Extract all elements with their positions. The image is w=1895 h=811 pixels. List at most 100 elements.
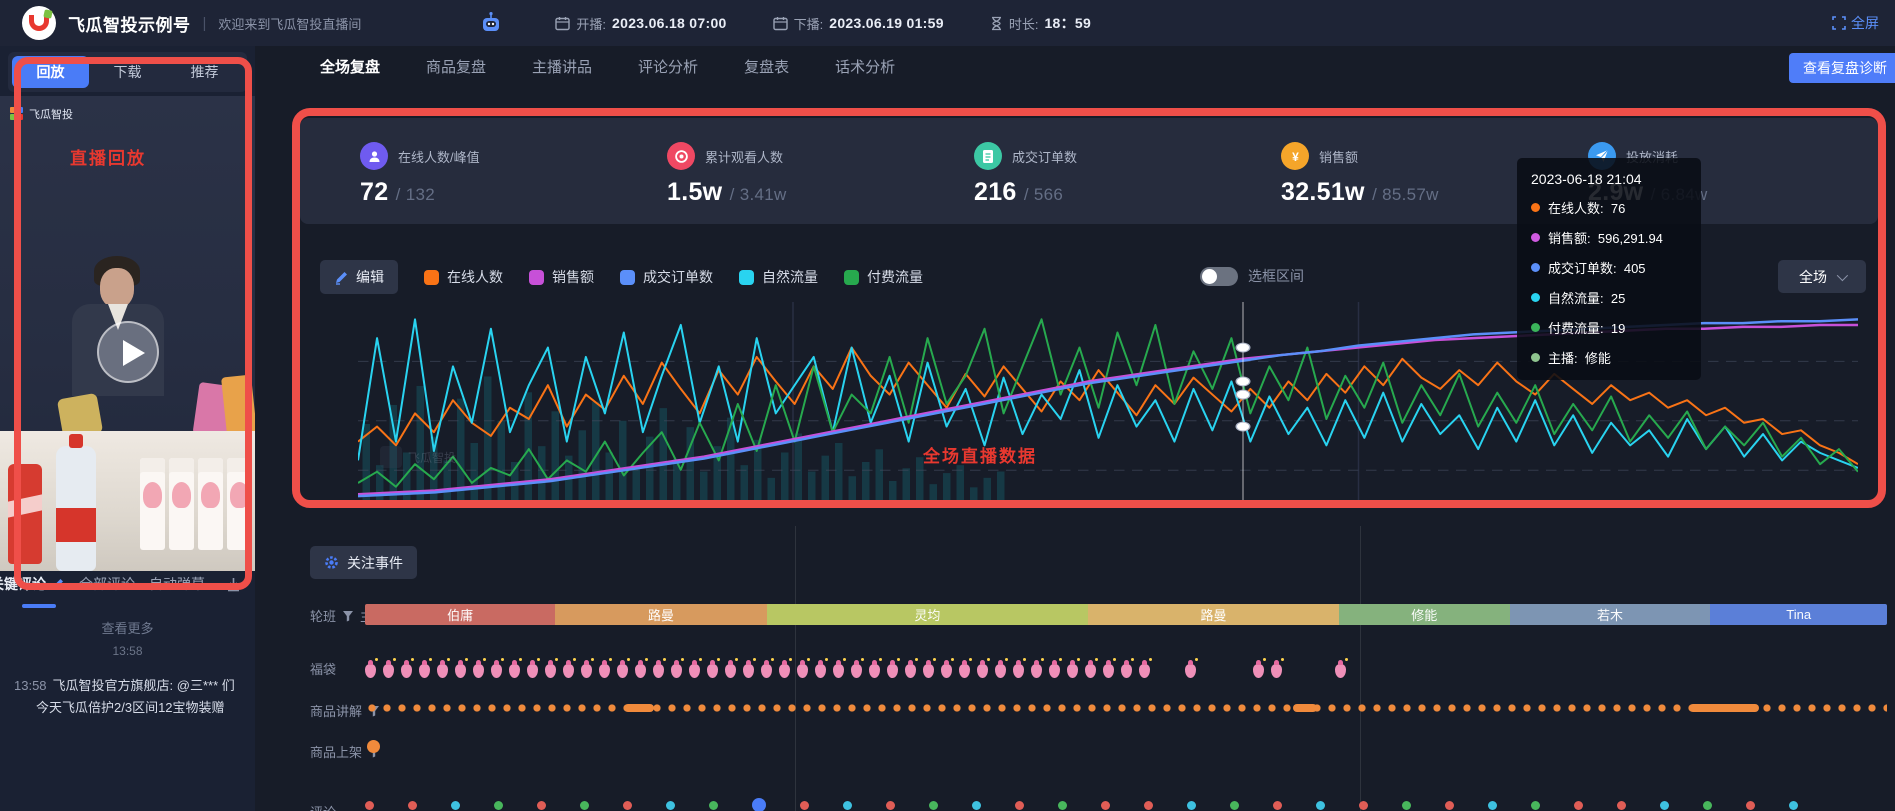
tab-key-comments[interactable]: 关键评论	[0, 574, 65, 594]
tab-product-review[interactable]: 商品复盘	[426, 56, 486, 77]
lucky-bag-icon[interactable]	[815, 664, 826, 678]
lucky-bag-icon[interactable]	[365, 664, 376, 678]
lucky-bag-icon[interactable]	[563, 664, 574, 678]
shift-segment-若木[interactable]: 若木	[1510, 604, 1711, 625]
lucky-bag-icon[interactable]	[797, 664, 808, 678]
shift-segment-伯庸[interactable]: 伯庸	[365, 604, 555, 625]
lucky-bag-icon[interactable]	[653, 664, 664, 678]
lucky-bag-icon[interactable]	[599, 664, 610, 678]
legend-item-5[interactable]: 付费流量	[844, 267, 923, 287]
scope-dropdown[interactable]: 全场	[1778, 260, 1866, 293]
tab-full-review[interactable]: 全场复盘	[320, 56, 380, 77]
lucky-bag-icon[interactable]	[1085, 664, 1096, 678]
lucky-bag-icon[interactable]	[779, 664, 790, 678]
event-dot[interactable]	[1273, 801, 1282, 810]
event-dot[interactable]	[580, 801, 589, 810]
tab-download[interactable]: 下载	[89, 56, 166, 88]
lucky-bag-icon[interactable]	[455, 664, 466, 678]
legend-item-2[interactable]: 销售额	[529, 267, 594, 287]
lucky-bag-icon[interactable]	[401, 664, 412, 678]
shift-segment-灵均[interactable]: 灵均	[767, 604, 1088, 625]
legend-item-4[interactable]: 自然流量	[739, 267, 818, 287]
event-dot[interactable]	[1574, 801, 1583, 810]
talk-segment[interactable]	[1293, 704, 1317, 712]
shift-segment-路曼[interactable]: 路曼	[1088, 604, 1339, 625]
lucky-bag-icon[interactable]	[1067, 664, 1078, 678]
lucky-bag-icon[interactable]	[1335, 664, 1346, 678]
event-dot[interactable]	[1531, 801, 1540, 810]
lucky-bag-icon[interactable]	[1121, 664, 1132, 678]
lucky-bag-icon[interactable]	[887, 664, 898, 678]
event-dot[interactable]	[1015, 801, 1024, 810]
shift-segment-修能[interactable]: 修能	[1339, 604, 1509, 625]
lucky-bag-icon[interactable]	[905, 664, 916, 678]
event-dot[interactable]	[1703, 801, 1712, 810]
lucky-bag-icon[interactable]	[1253, 664, 1264, 678]
lucky-bag-icon[interactable]	[1271, 664, 1282, 678]
lucky-bag-icon[interactable]	[923, 664, 934, 678]
shift-segment-路曼[interactable]: 路曼	[555, 604, 767, 625]
lucky-bag-icon[interactable]	[1185, 664, 1196, 678]
lucky-bag-icon[interactable]	[473, 664, 484, 678]
event-dot[interactable]	[451, 801, 460, 810]
tab-auto-danmu[interactable]: 自动弹幕	[149, 574, 205, 594]
event-dot[interactable]	[1402, 801, 1411, 810]
tab-replay[interactable]: 回放	[12, 56, 89, 88]
event-dot[interactable]	[972, 801, 981, 810]
event-dot[interactable]	[886, 801, 895, 810]
event-dot[interactable]	[494, 801, 503, 810]
event-dot[interactable]	[1101, 801, 1110, 810]
event-dot[interactable]	[1660, 801, 1669, 810]
lucky-bag-icon[interactable]	[437, 664, 448, 678]
lucky-bag-icon[interactable]	[671, 664, 682, 678]
event-dot[interactable]	[1445, 801, 1454, 810]
event-dot[interactable]	[800, 801, 809, 810]
product-talk-row[interactable]	[365, 701, 1887, 715]
event-dot-large[interactable]	[752, 798, 766, 811]
tab-review-table[interactable]: 复盘表	[744, 56, 789, 77]
lucky-bag-icon[interactable]	[743, 664, 754, 678]
download-icon[interactable]	[226, 577, 241, 592]
talk-segment[interactable]	[1689, 704, 1759, 712]
event-dot[interactable]	[537, 801, 546, 810]
shelf-event-dot[interactable]	[367, 740, 380, 753]
lucky-bag-icon[interactable]	[1031, 664, 1042, 678]
lucky-bag-icon[interactable]	[383, 664, 394, 678]
watch-events-button[interactable]: 关注事件	[310, 546, 417, 579]
lucky-bag-icon[interactable]	[1139, 664, 1150, 678]
lucky-bag-icon[interactable]	[959, 664, 970, 678]
range-toggle[interactable]	[1200, 267, 1238, 286]
host-shift-bar[interactable]: 伯庸路曼灵均路曼修能若木Tina	[365, 604, 1887, 625]
event-dot[interactable]	[1359, 801, 1368, 810]
event-dot[interactable]	[1230, 801, 1239, 810]
tab-host-pitch[interactable]: 主播讲品	[532, 56, 592, 77]
tab-all-comments[interactable]: 全部评论	[79, 574, 135, 594]
tab-script-analysis[interactable]: 话术分析	[835, 56, 895, 77]
edit-button[interactable]: 编辑	[320, 260, 398, 294]
tab-recommend[interactable]: 推荐	[166, 56, 243, 88]
event-dot[interactable]	[1746, 801, 1755, 810]
lucky-bag-icon[interactable]	[617, 664, 628, 678]
event-dot[interactable]	[1789, 801, 1798, 810]
play-button[interactable]	[97, 321, 159, 383]
lucky-bag-icon[interactable]	[941, 664, 952, 678]
lucky-bag-icon[interactable]	[1049, 664, 1060, 678]
event-dot[interactable]	[709, 801, 718, 810]
event-dot[interactable]	[623, 801, 632, 810]
event-dot[interactable]	[1187, 801, 1196, 810]
event-dot[interactable]	[365, 801, 374, 810]
lucky-bag-icon[interactable]	[707, 664, 718, 678]
tab-comment-analysis[interactable]: 评论分析	[638, 56, 698, 77]
legend-item-3[interactable]: 成交订单数	[620, 267, 713, 287]
lucky-bag-icon[interactable]	[833, 664, 844, 678]
lucky-bag-icon[interactable]	[851, 664, 862, 678]
lucky-bag-icon[interactable]	[761, 664, 772, 678]
event-dot[interactable]	[929, 801, 938, 810]
event-dot[interactable]	[843, 801, 852, 810]
event-dot[interactable]	[1144, 801, 1153, 810]
lucky-bag-icon[interactable]	[635, 664, 646, 678]
lucky-bag-icon[interactable]	[725, 664, 736, 678]
lucky-bag-icon[interactable]	[977, 664, 988, 678]
lucky-bag-icon[interactable]	[689, 664, 700, 678]
talk-segment[interactable]	[624, 704, 654, 712]
